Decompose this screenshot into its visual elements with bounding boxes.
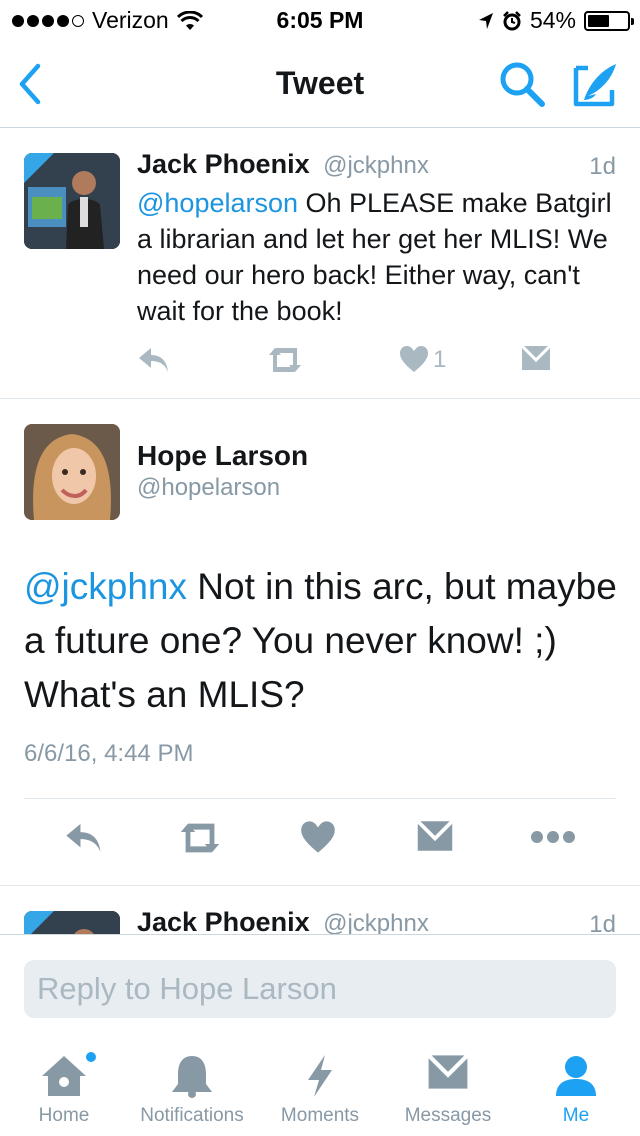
reply-input[interactable] <box>24 960 616 1018</box>
tweet-actions: 1 <box>137 344 617 380</box>
reply-button[interactable] <box>137 345 171 380</box>
new-content-dot <box>86 1052 96 1062</box>
compose-button[interactable] <box>570 60 620 110</box>
search-button[interactable] <box>498 60 548 110</box>
tab-label: Notifications <box>140 1105 244 1126</box>
reply-icon <box>66 823 101 853</box>
divider <box>24 798 616 799</box>
direct-message-button[interactable] <box>416 819 454 857</box>
tab-home[interactable]: Home <box>0 1036 128 1136</box>
like-button[interactable] <box>399 345 429 378</box>
user-photo <box>24 424 120 520</box>
avatar[interactable] <box>24 424 120 520</box>
tweet-text: @hopelarson Oh PLEASE make Batgirl a lib… <box>137 185 627 329</box>
battery-percent: 54% <box>529 7 576 33</box>
user-name[interactable]: Jack Phoenix <box>137 149 310 179</box>
tab-label: Messages <box>404 1105 492 1126</box>
tweet-text: @jckphnx Not in this arc, but maybe a fu… <box>24 560 624 722</box>
reply-button[interactable] <box>64 820 104 861</box>
search-icon <box>500 62 545 107</box>
envelope-icon <box>520 344 552 370</box>
heart-icon <box>301 821 335 853</box>
tab-notifications[interactable]: Notifications <box>128 1036 256 1136</box>
home-icon <box>42 1056 86 1096</box>
tweet-header: Jack Phoenix @jckphnx <box>137 907 429 935</box>
tweet-actions <box>0 819 640 864</box>
mention-link[interactable]: @jckphnx <box>24 566 187 607</box>
direct-message-button[interactable] <box>520 344 552 376</box>
user-name[interactable]: Hope Larson <box>137 440 308 472</box>
tweet-time: 1d <box>589 911 616 935</box>
next-tweet[interactable]: Jack Phoenix @jckphnx 1d <box>0 887 640 935</box>
tweet-header: Jack Phoenix @jckphnx <box>137 149 429 180</box>
tab-moments[interactable]: Moments <box>256 1036 384 1136</box>
envelope-icon <box>416 819 454 851</box>
more-button[interactable] <box>530 830 576 849</box>
location-arrow-icon <box>478 12 493 29</box>
focused-tweet: Hope Larson @hopelarson @jckphnx Not in … <box>0 400 640 886</box>
like-button[interactable] <box>300 820 336 859</box>
retweet-icon <box>269 348 301 372</box>
mention-link[interactable]: @hopelarson <box>137 188 298 218</box>
tweet-time: 1d <box>589 153 616 180</box>
alarm-icon <box>503 10 521 30</box>
bell-icon <box>172 1056 212 1098</box>
retweet-button[interactable] <box>265 345 305 380</box>
nav-bar: Tweet <box>0 40 640 128</box>
retweet-icon <box>180 823 220 853</box>
user-handle: @jckphnx <box>323 910 429 935</box>
tab-messages[interactable]: Messages <box>384 1036 512 1136</box>
battery-fill <box>588 14 609 27</box>
avatar[interactable] <box>24 153 120 249</box>
reply-icon <box>139 348 168 372</box>
tab-label: Home <box>38 1105 90 1126</box>
tab-label: Moments <box>280 1105 360 1126</box>
tab-bar: Home Notifications Moments Messages Me <box>0 1036 640 1136</box>
tab-me[interactable]: Me <box>512 1036 640 1136</box>
reply-bar <box>0 936 640 1036</box>
user-handle: @hopelarson <box>137 474 281 501</box>
lightning-icon <box>308 1055 332 1097</box>
tab-label: Me <box>562 1105 590 1126</box>
parent-tweet[interactable]: Jack Phoenix @jckphnx 1d @hopelarson Oh … <box>0 129 640 399</box>
battery-icon <box>584 10 634 31</box>
user-photo <box>24 153 120 249</box>
retweet-button[interactable] <box>176 820 224 861</box>
envelope-icon <box>427 1054 469 1089</box>
tweet-timestamp: 6/6/16, 4:44 PM <box>24 740 194 767</box>
avatar[interactable] <box>24 911 120 934</box>
user-handle: @jckphnx <box>323 152 429 179</box>
heart-icon <box>400 346 428 372</box>
compose-icon <box>573 64 616 107</box>
user-photo <box>24 911 120 934</box>
status-bar: Verizon 6:05 PM 54% <box>0 0 640 40</box>
status-right: 54% <box>478 7 634 34</box>
person-icon <box>556 1056 596 1096</box>
user-name[interactable]: Jack Phoenix <box>137 907 310 934</box>
more-dots-icon <box>531 831 575 843</box>
like-count: 1 <box>433 346 447 373</box>
